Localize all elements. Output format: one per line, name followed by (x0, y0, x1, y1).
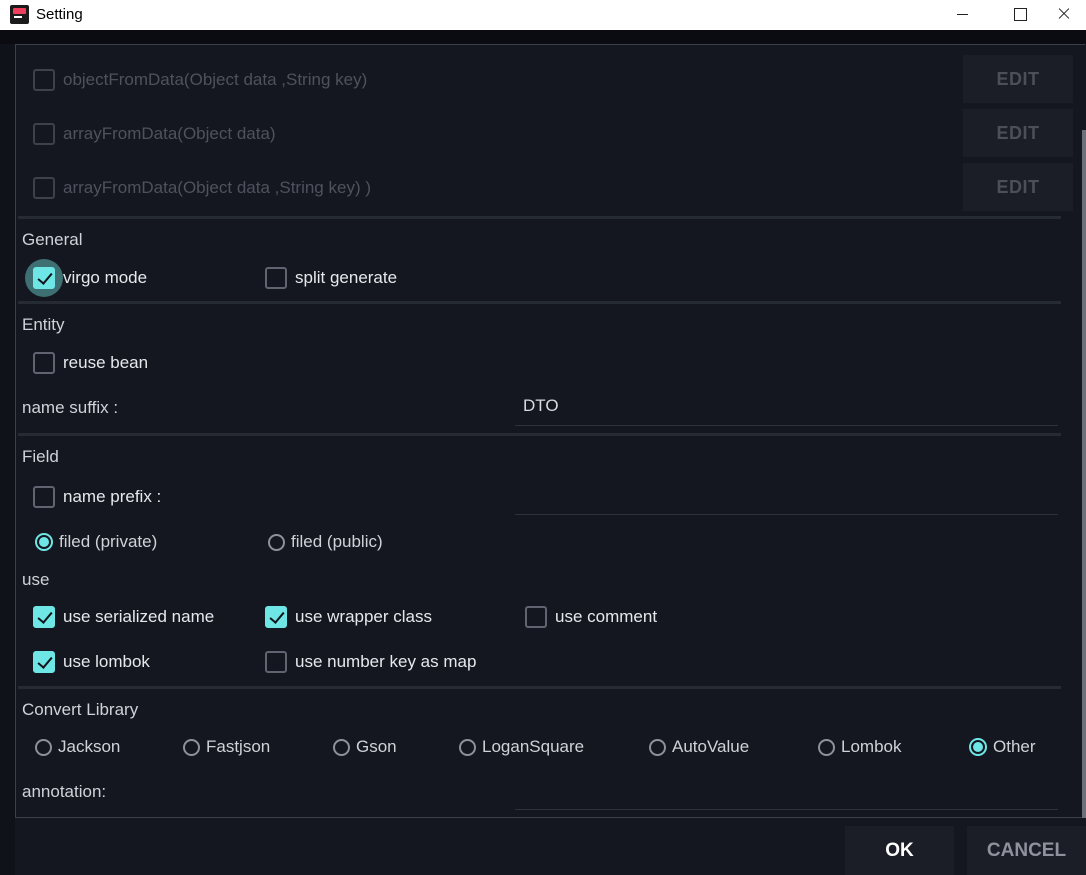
visibility-public-radio[interactable] (268, 533, 285, 551)
method-label: arrayFromData(Object data) (63, 124, 276, 143)
window-frame-left (0, 44, 15, 875)
name-prefix-input[interactable] (515, 484, 1058, 515)
library-other-option[interactable]: Other (969, 737, 1036, 757)
settings-panel (15, 44, 1085, 818)
library-autovalue-label: AutoValue (672, 737, 750, 756)
section-divider (18, 216, 1061, 219)
use-comment-checkbox[interactable] (525, 606, 547, 628)
edit-button[interactable]: EDIT (963, 163, 1073, 211)
library-gson-radio[interactable] (333, 738, 350, 756)
name-prefix-label: name prefix : (63, 487, 162, 506)
use-number-key-as-map-option[interactable]: use number key as map (265, 651, 476, 673)
section-divider (18, 301, 1061, 304)
annotation-label: annotation: (22, 782, 107, 801)
method-row-array-from-data-key[interactable]: arrayFromData(Object data ,String key) ) (33, 177, 371, 199)
visibility-private-radio[interactable] (35, 533, 53, 551)
use-number-key-as-map-label: use number key as map (295, 652, 477, 671)
split-generate-checkbox[interactable] (265, 267, 287, 289)
name-prefix-option[interactable]: name prefix : (33, 486, 161, 508)
section-title-convert-library: Convert Library (22, 700, 139, 719)
method-label: arrayFromData(Object data ,String key) ) (63, 178, 371, 197)
method-row-object-from-data[interactable]: objectFromData(Object data ,String key) (33, 69, 367, 91)
use-number-key-as-map-checkbox[interactable] (265, 651, 287, 673)
section-divider (18, 433, 1061, 436)
library-other-label: Other (993, 737, 1036, 756)
window-frame-top (0, 30, 1086, 44)
window-title: Setting (36, 6, 83, 23)
annotation-input[interactable] (515, 780, 1058, 810)
library-logansquare-radio[interactable] (459, 738, 476, 756)
method-row-array-from-data[interactable]: arrayFromData(Object data) (33, 123, 276, 145)
library-logansquare-option[interactable]: LoganSquare (459, 737, 584, 757)
library-fastjson-label: Fastjson (206, 737, 271, 756)
library-gson-label: Gson (356, 737, 397, 756)
method-checkbox[interactable] (33, 69, 55, 91)
close-icon[interactable] (1040, 0, 1086, 30)
library-autovalue-radio[interactable] (649, 738, 666, 756)
virgo-mode-option[interactable]: virgo mode (25, 259, 148, 297)
section-title-use: use (22, 570, 50, 589)
use-comment-option[interactable]: use comment (525, 606, 657, 628)
method-label: objectFromData(Object data ,String key) (63, 70, 368, 89)
library-jackson-radio[interactable] (35, 738, 52, 756)
library-autovalue-option[interactable]: AutoValue (649, 737, 749, 757)
reuse-bean-option[interactable]: reuse bean (33, 352, 148, 374)
method-checkbox[interactable] (33, 123, 55, 145)
vertical-scrollbar[interactable] (1082, 130, 1086, 818)
library-lombok-radio[interactable] (818, 738, 835, 756)
library-other-radio[interactable] (969, 738, 987, 756)
name-suffix-input[interactable]: DTO (515, 396, 1058, 426)
section-title-field: Field (22, 447, 59, 466)
split-generate-label: split generate (295, 268, 398, 287)
edit-button[interactable]: EDIT (963, 109, 1073, 157)
title-bar: Setting (0, 0, 1086, 30)
library-jackson-label: Jackson (58, 737, 121, 756)
visibility-public-option[interactable]: filed (public) (268, 532, 383, 552)
use-serialized-name-checkbox[interactable] (33, 606, 55, 628)
name-prefix-checkbox[interactable] (33, 486, 55, 508)
use-wrapper-class-option[interactable]: use wrapper class (265, 606, 432, 628)
method-checkbox[interactable] (33, 177, 55, 199)
use-wrapper-class-checkbox[interactable] (265, 606, 287, 628)
library-fastjson-option[interactable]: Fastjson (183, 737, 270, 757)
edit-button[interactable]: EDIT (963, 55, 1073, 103)
section-divider (18, 686, 1061, 689)
split-generate-option[interactable]: split generate (265, 267, 397, 289)
maximize-icon[interactable] (996, 0, 1042, 30)
minimize-icon[interactable] (940, 0, 986, 30)
section-title-general: General (22, 230, 83, 249)
use-lombok-checkbox[interactable] (33, 651, 55, 673)
use-serialized-name-label: use serialized name (63, 607, 215, 626)
library-logansquare-label: LoganSquare (482, 737, 585, 756)
use-wrapper-class-label: use wrapper class (295, 607, 433, 626)
virgo-mode-checkbox[interactable] (33, 267, 55, 289)
intellij-app-icon (10, 5, 29, 24)
use-lombok-label: use lombok (63, 652, 150, 671)
library-gson-option[interactable]: Gson (333, 737, 397, 757)
virgo-mode-label: virgo mode (63, 268, 148, 287)
reuse-bean-checkbox[interactable] (33, 352, 55, 374)
use-lombok-option[interactable]: use lombok (33, 651, 150, 673)
library-jackson-option[interactable]: Jackson (35, 737, 120, 757)
library-lombok-label: Lombok (841, 737, 902, 756)
reuse-bean-label: reuse bean (63, 353, 149, 372)
cancel-button[interactable]: CANCEL (967, 826, 1086, 875)
library-fastjson-radio[interactable] (183, 738, 200, 756)
library-lombok-option[interactable]: Lombok (818, 737, 901, 757)
use-comment-label: use comment (555, 607, 658, 626)
section-title-entity: Entity (22, 315, 65, 334)
visibility-private-option[interactable]: filed (private) (35, 532, 157, 552)
visibility-public-label: filed (public) (291, 532, 383, 551)
ok-button[interactable]: OK (845, 826, 954, 875)
name-suffix-label: name suffix : (22, 398, 119, 417)
use-serialized-name-option[interactable]: use serialized name (33, 606, 214, 628)
visibility-private-label: filed (private) (59, 532, 158, 551)
